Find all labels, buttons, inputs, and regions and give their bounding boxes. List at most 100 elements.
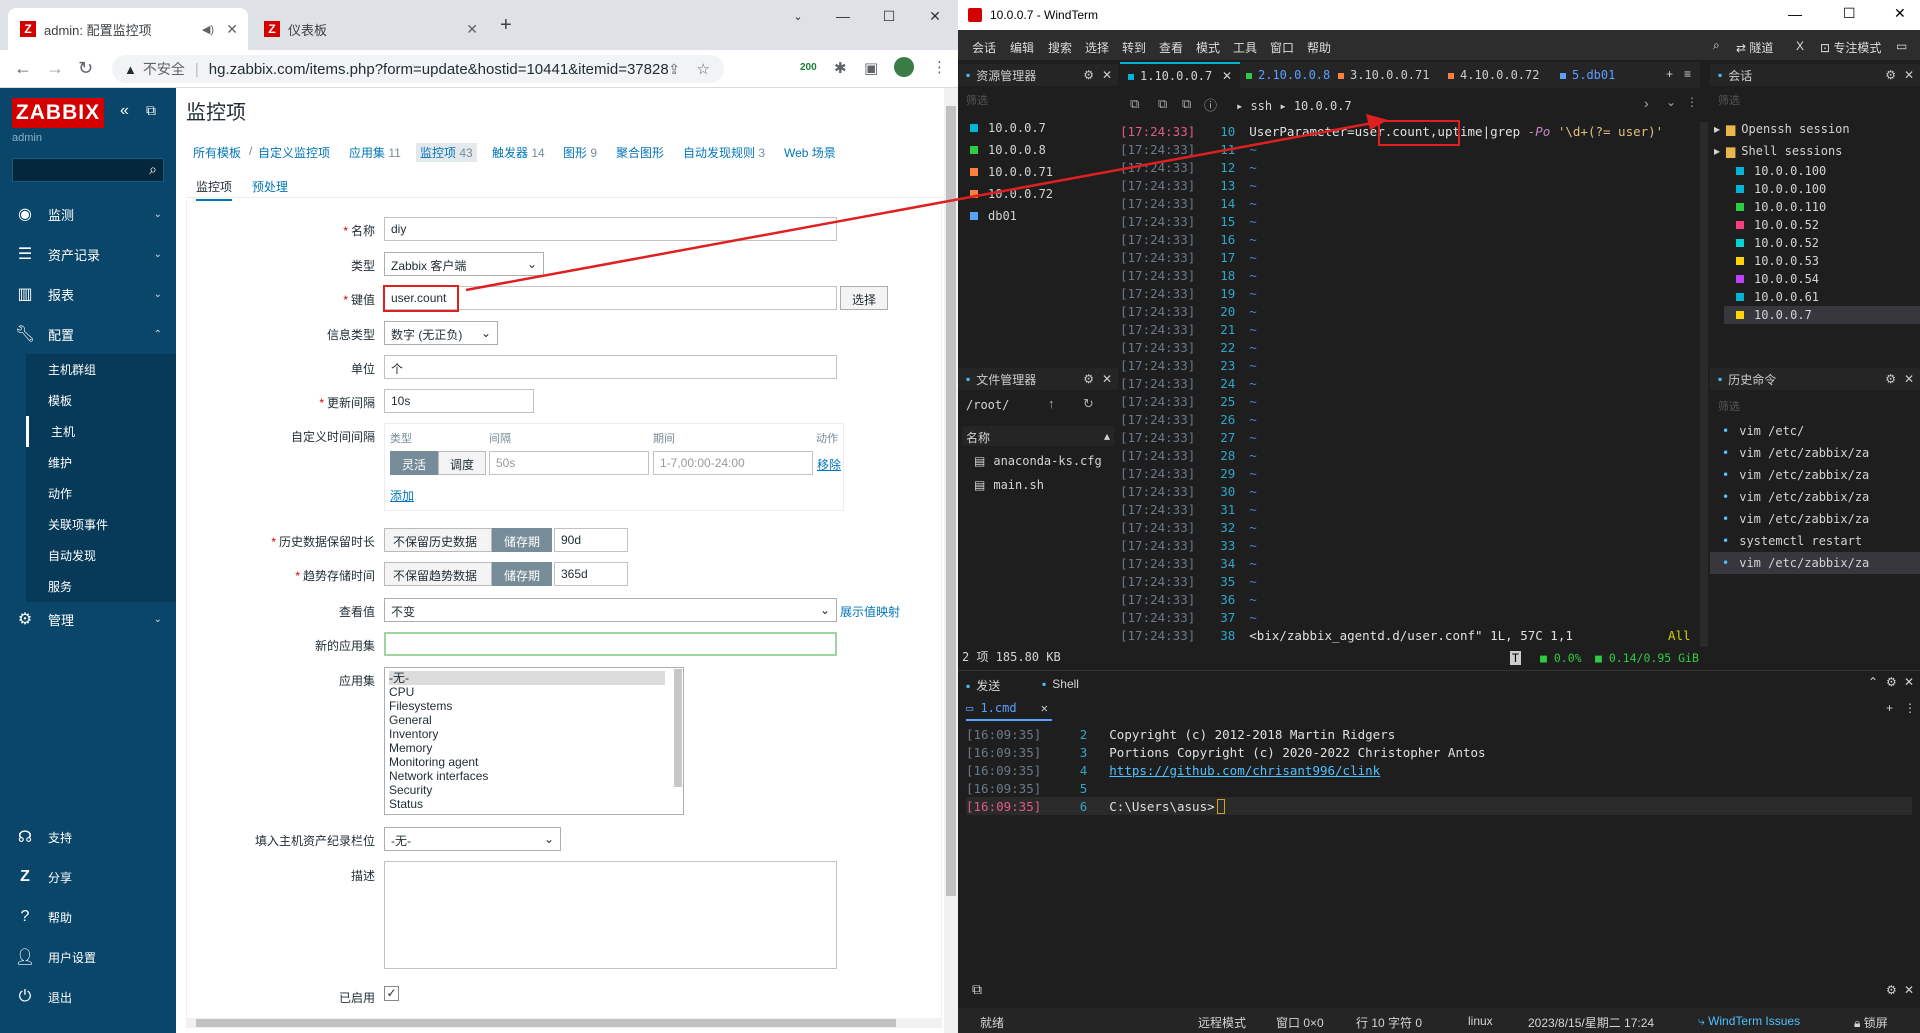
list-item[interactable]: Memory — [389, 741, 679, 755]
chevron-down-icon[interactable]: ⌄ — [1666, 95, 1676, 109]
history-item[interactable]: • systemctl restart — [1722, 530, 1862, 552]
minimize-icon[interactable]: — — [820, 0, 866, 32]
close-window-icon[interactable]: ✕ — [912, 0, 958, 32]
gear-icon[interactable]: ⚙ — [1083, 68, 1094, 82]
file-row[interactable]: ▤ anaconda-ks.cfg — [962, 450, 1112, 472]
close-icon[interactable]: ✕ — [1904, 68, 1914, 82]
list-item[interactable]: Filesystems — [389, 699, 679, 713]
copy-icon[interactable]: ⧉ — [1182, 96, 1191, 112]
path-breadcrumb[interactable]: ▸ ssh ▸ 10.0.0.7 — [1236, 99, 1352, 113]
session-item[interactable]: 10.0.0.7 — [1724, 306, 1920, 324]
explorer-item[interactable]: db01 — [958, 205, 1108, 227]
session-item[interactable]: 10.0.0.110 — [1724, 198, 1874, 216]
submenu-templates[interactable]: 模板 — [26, 385, 176, 416]
gear-icon[interactable]: ⚙ — [1886, 983, 1897, 997]
list-item[interactable]: -无- — [389, 671, 665, 685]
list-item[interactable]: CPU — [389, 685, 679, 699]
key-select-button[interactable]: 选择 — [840, 286, 888, 310]
add-icon[interactable]: + — [1886, 701, 1893, 715]
menu-reports[interactable]: ▥ 报表 ⌄ — [0, 275, 176, 313]
profile-avatar[interactable] — [894, 57, 914, 77]
footer-share[interactable]: Z 分享 — [0, 858, 176, 896]
menu-help[interactable]: 帮助 — [1307, 39, 1331, 56]
gear-icon[interactable]: ⚙ — [1885, 372, 1896, 386]
speaker-icon[interactable]: ◀) — [202, 23, 214, 36]
terminal-content[interactable]: [17:24:33] 10 UserParameter= user.count ,upt… — [1120, 122, 1700, 647]
trend-storage-toggle[interactable]: 储存期 — [492, 562, 552, 586]
search-icon[interactable]: ⌕ — [1713, 38, 1720, 53]
crumb-all-templates[interactable]: 所有模板 — [193, 144, 241, 161]
duplicate-icon[interactable]: ⧉ — [1158, 96, 1167, 112]
footer-help[interactable]: ? 帮助 — [0, 898, 176, 936]
session-group[interactable]: ▸ ▆ Openssh session — [1710, 118, 1920, 140]
crumb-web[interactable]: Web 场景 — [784, 144, 836, 161]
terminal-scrollbar[interactable] — [1700, 122, 1708, 647]
chrome-menu-icon[interactable]: ⋮ — [932, 58, 947, 76]
close-tab-icon[interactable]: ✕ — [466, 21, 478, 38]
session-filter-input[interactable]: 筛选 — [1718, 92, 1740, 108]
history-filter-input[interactable]: 筛选 — [1718, 398, 1740, 414]
terminal-tab[interactable]: 3.10.0.0.71 — [1338, 68, 1429, 82]
search-icon[interactable]: ⌕ — [149, 161, 157, 178]
no-history-toggle[interactable]: 不保留历史数据 — [384, 528, 492, 552]
submenu-hosts[interactable]: 主机 — [26, 416, 176, 447]
menu-view[interactable]: 查看 — [1159, 39, 1183, 56]
extension-badge[interactable]: 200 — [800, 62, 817, 73]
info-icon[interactable]: ⓘ — [1204, 95, 1217, 114]
footer-logout[interactable]: ⏻ 退出 — [0, 978, 176, 1016]
name-input[interactable]: diy — [384, 217, 837, 241]
file-path-input[interactable]: /root/ — [966, 398, 1009, 412]
trend-input[interactable]: 365d — [554, 562, 628, 586]
explorer-item[interactable]: 10.0.0.8 — [958, 139, 1108, 161]
history-item[interactable]: • vim /etc/ — [1722, 420, 1804, 442]
menu-inventory[interactable]: ☰ 资产记录 ⌄ — [0, 235, 176, 273]
back-icon[interactable]: ← — [14, 58, 32, 79]
gear-icon[interactable]: ⚙ — [1885, 68, 1896, 82]
menu-window[interactable]: 窗口 — [1270, 39, 1294, 56]
bookmark-star-icon[interactable]: ☆ — [697, 60, 710, 78]
menu-edit[interactable]: 编辑 — [1010, 39, 1034, 56]
more-icon[interactable]: ⋮ — [1904, 701, 1916, 715]
menu-monitoring[interactable]: ◉ 监测 ⌄ — [0, 195, 176, 233]
close-window-icon[interactable]: ✕ — [1894, 5, 1906, 22]
remove-link[interactable]: 移除 — [817, 456, 841, 473]
add-link[interactable]: 添加 — [390, 487, 414, 504]
session-group[interactable]: ▸ ▆ Shell sessions — [1710, 140, 1920, 162]
listbox-scrollbar[interactable] — [674, 669, 682, 787]
footer-support[interactable]: ☊ 支持 — [0, 818, 176, 856]
submenu-services[interactable]: 服务 — [26, 571, 176, 602]
inventory-select[interactable]: -无- ⌄ — [384, 827, 561, 851]
tab-preprocessing[interactable]: 预处理 — [252, 178, 288, 195]
issues-link[interactable]: ⤷ WindTerm Issues — [1698, 1014, 1800, 1029]
terminal-tab-active[interactable]: 1.10.0.0.7 ✕ — [1120, 62, 1240, 88]
focus-mode-button[interactable]: ⊡ 专注模式 — [1820, 39, 1881, 56]
layout-icon[interactable]: ▭ — [1896, 39, 1907, 53]
type-select[interactable]: Zabbix 客户端 ⌄ — [384, 252, 544, 276]
extensions-icon[interactable]: ✱ — [834, 59, 847, 77]
history-item[interactable]: • vim /etc/zabbix/za — [1722, 508, 1869, 530]
send-icon[interactable]: ⧉ — [972, 981, 982, 998]
crumb-applications[interactable]: 应用集 11 — [349, 144, 401, 161]
list-item[interactable]: Monitoring agent — [389, 755, 679, 769]
list-item[interactable]: General — [389, 713, 679, 727]
session-item[interactable]: 10.0.0.100 — [1724, 162, 1874, 180]
kiosk-icon[interactable]: ⧉ — [146, 102, 156, 119]
crumb-graphs[interactable]: 图形 9 — [563, 144, 597, 161]
session-item[interactable]: 10.0.0.53 — [1724, 252, 1874, 270]
explorer-item[interactable]: 10.0.0.72 — [958, 183, 1108, 205]
crumb-discovery[interactable]: 自动发现规则 3 — [683, 144, 765, 161]
history-item[interactable]: • vim /etc/zabbix/za — [1722, 464, 1869, 486]
list-item[interactable]: Security — [389, 783, 679, 797]
units-input[interactable]: 个 — [384, 355, 837, 379]
custom-interval-input[interactable]: 50s — [489, 451, 649, 475]
menu-tools[interactable]: 工具 — [1233, 39, 1257, 56]
list-item[interactable]: Inventory — [389, 727, 679, 741]
terminal-tab[interactable]: 4.10.0.0.72 — [1448, 68, 1539, 82]
list-item[interactable]: Status — [389, 797, 679, 811]
close-icon[interactable]: ✕ — [1904, 372, 1914, 386]
share-icon[interactable]: ⇪ — [668, 61, 680, 78]
sidepanel-icon[interactable]: ▣ — [864, 59, 878, 77]
close-tab-icon[interactable]: ✕ — [226, 21, 238, 38]
menu-session[interactable]: 会话 — [972, 39, 996, 56]
close-icon[interactable]: ✕ — [1102, 372, 1112, 386]
